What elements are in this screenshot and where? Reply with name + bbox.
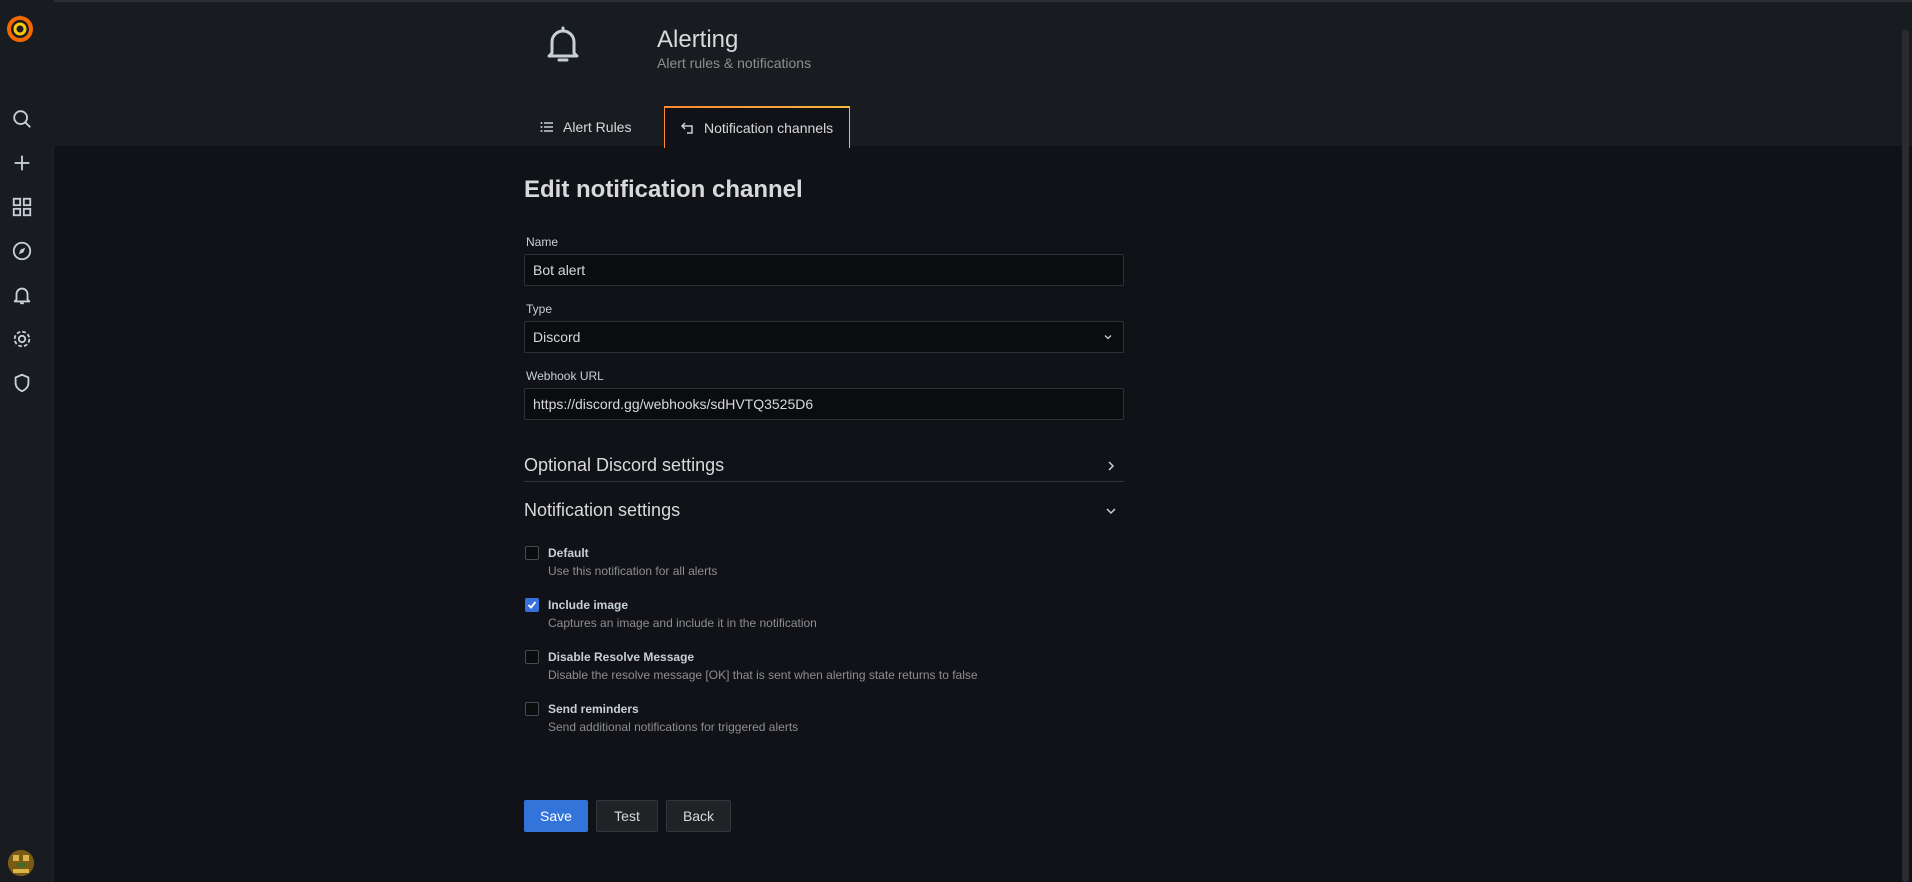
dashboards-icon[interactable] xyxy=(7,192,37,222)
name-label: Name xyxy=(526,235,559,249)
plus-icon[interactable] xyxy=(7,148,37,178)
include-image-checkbox[interactable] xyxy=(525,598,539,612)
chevron-down-icon xyxy=(1104,335,1112,340)
channel-icon xyxy=(681,122,693,134)
include-image-label: Include image xyxy=(548,598,629,612)
test-button[interactable]: Test xyxy=(596,800,658,832)
search-icon[interactable] xyxy=(7,104,37,134)
disable-resolve-message-checkbox[interactable] xyxy=(525,650,539,664)
send-reminders-label: Send reminders xyxy=(548,702,639,716)
send-reminders-description: Send additional notifications for trigge… xyxy=(548,720,799,734)
name-input[interactable]: Bot alert xyxy=(524,254,1124,286)
chevron-down-icon[interactable] xyxy=(1104,504,1118,518)
tab-label: Alert Rules xyxy=(563,119,632,135)
notification-settings-toggle[interactable]: Notification settings xyxy=(524,500,680,521)
scrollbar[interactable] xyxy=(1902,30,1909,882)
page-title: Alerting xyxy=(657,26,739,53)
back-button[interactable]: Back xyxy=(666,800,731,832)
sidebar xyxy=(0,0,54,882)
type-label: Type xyxy=(526,302,553,316)
form-title: Edit notification channel xyxy=(524,176,803,203)
tab-notification-channels[interactable]: Notification channels xyxy=(664,106,850,148)
send-reminders-checkbox[interactable] xyxy=(525,702,539,716)
page-subtitle: Alert rules & notifications xyxy=(657,55,812,71)
section-divider xyxy=(524,481,1124,482)
checkmark-icon xyxy=(527,601,537,609)
name-value: Bot alert xyxy=(533,262,586,278)
grafana-logo-icon[interactable] xyxy=(3,12,37,46)
configuration-icon[interactable] xyxy=(7,324,37,354)
optional-discord-settings-toggle[interactable]: Optional Discord settings xyxy=(524,455,724,476)
webhook-url-input[interactable]: https://discord.gg/webhooks/sdHVTQ3525D6 xyxy=(524,388,1124,420)
avatar[interactable] xyxy=(8,850,34,876)
webhook-label: Webhook URL xyxy=(526,369,604,383)
list-icon xyxy=(540,122,553,132)
type-select[interactable]: Discord xyxy=(524,321,1124,353)
explore-icon[interactable] xyxy=(7,236,37,266)
server-admin-icon[interactable] xyxy=(7,368,37,398)
chevron-right-icon[interactable] xyxy=(1104,459,1118,473)
disable-resolve-message-description: Disable the resolve message [OK] that is… xyxy=(548,668,978,682)
default-description: Use this notification for all alerts xyxy=(548,564,718,578)
default-checkbox[interactable] xyxy=(525,546,539,560)
save-button[interactable]: Save xyxy=(524,800,588,832)
include-image-description: Captures an image and include it in the … xyxy=(548,616,817,630)
alerting-icon[interactable] xyxy=(7,280,37,310)
bell-icon xyxy=(541,22,585,66)
tab-alert-rules[interactable]: Alert Rules xyxy=(540,106,631,148)
page-header: Alerting Alert rules & notifications Ale… xyxy=(53,2,1912,148)
type-value: Discord xyxy=(533,329,581,345)
default-label: Default xyxy=(548,546,589,560)
disable-resolve-message-label: Disable Resolve Message xyxy=(548,650,695,664)
webhook-value: https://discord.gg/webhooks/sdHVTQ3525D6 xyxy=(533,396,814,412)
tab-label: Notification channels xyxy=(704,120,834,136)
